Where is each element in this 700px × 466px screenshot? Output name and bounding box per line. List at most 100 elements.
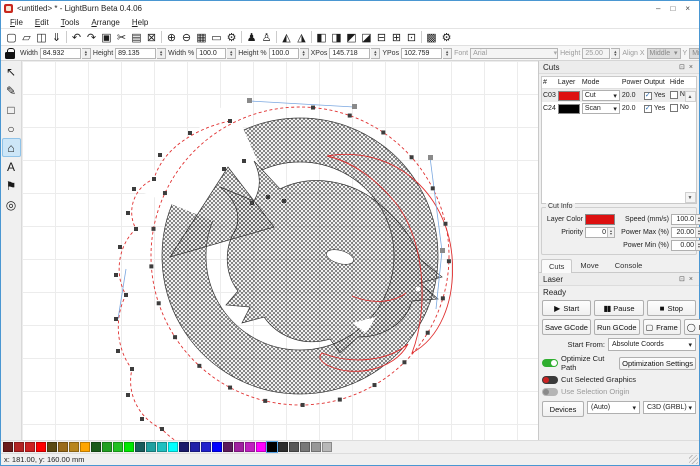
cut-selected-graphics-toggle[interactable] [542, 376, 558, 384]
redo-icon[interactable]: ↷ [84, 30, 99, 45]
menu-arrange[interactable]: Arrange [86, 17, 124, 28]
cut-icon[interactable]: ✂ [114, 30, 129, 45]
palette-swatch[interactable] [113, 442, 123, 452]
paste-icon[interactable]: ▤ [129, 30, 144, 45]
width-pct-input[interactable]: 100.0 [196, 48, 226, 59]
power-min-input[interactable]: 0.00▲▼ [671, 240, 700, 251]
menu-help[interactable]: Help [127, 17, 153, 28]
palette-swatch[interactable] [168, 442, 178, 452]
canvas[interactable] [22, 61, 538, 440]
position-laser-tool[interactable]: ⚑ [2, 176, 21, 195]
cuts-float-icon[interactable]: ⊡ [677, 63, 687, 71]
ellipse-tool[interactable]: ○ [2, 119, 21, 138]
distribute-vertical-icon[interactable]: ⊡ [404, 30, 419, 45]
power-max-input[interactable]: 20.00▲▼ [671, 227, 700, 238]
palette-swatch[interactable] [289, 442, 299, 452]
layer-color-swatch[interactable] [558, 104, 580, 114]
palette-swatch[interactable] [212, 442, 222, 452]
frame-selection-icon[interactable]: ▦ [194, 30, 209, 45]
layer-mode-combo[interactable]: Cut▾ [582, 90, 620, 101]
select-tool[interactable]: ↖ [2, 62, 21, 81]
import-icon[interactable]: ⇓ [49, 30, 64, 45]
palette-swatch[interactable] [267, 442, 277, 452]
palette-swatch[interactable] [245, 442, 255, 452]
laser-float-icon[interactable]: ⊡ [677, 275, 687, 283]
palette-swatch[interactable] [201, 442, 211, 452]
layer-row-c24[interactable]: C24 Scan▾ 20.0 ✓Yes No [542, 102, 696, 115]
palette-swatch[interactable] [179, 442, 189, 452]
menu-tools[interactable]: Tools [56, 17, 85, 28]
machine-settings-gear-icon[interactable]: ⚙ [439, 30, 454, 45]
pause-button[interactable]: ▮▮Pause [594, 300, 643, 316]
layer-row-c03[interactable]: C03 Cut▾ 20.0 ✓Yes No [542, 89, 696, 103]
ypos-input[interactable]: 102.759 [401, 48, 442, 59]
speed-input[interactable]: 100.0▲▼ [671, 214, 700, 225]
single-user-icon[interactable]: ♙ [259, 30, 274, 45]
frame-circle-button[interactable]: ◯Frame [684, 319, 700, 335]
palette-swatch[interactable] [80, 442, 90, 452]
palette-swatch[interactable] [146, 442, 156, 452]
palette-swatch[interactable] [234, 442, 244, 452]
tab-move[interactable]: Move [572, 258, 606, 272]
save-file-icon[interactable]: ◫ [34, 30, 49, 45]
palette-swatch[interactable] [3, 442, 13, 452]
device-name-combo[interactable]: C3D (GRBL)▾ [643, 401, 696, 414]
close-button[interactable]: × [685, 4, 690, 13]
palette-swatch[interactable] [102, 442, 112, 452]
height-pct-input[interactable]: 100.0 [269, 48, 299, 59]
palette-swatch[interactable] [25, 442, 35, 452]
lock-aspect-icon[interactable] [5, 48, 16, 59]
palette-swatch[interactable] [322, 442, 332, 452]
zoom-out-icon[interactable]: ⊖ [179, 30, 194, 45]
height-input[interactable]: 89.135 [115, 48, 156, 59]
height-pct-spinner[interactable]: ▲▼ [300, 48, 309, 59]
palette-swatch[interactable] [311, 442, 321, 452]
dragon-artwork[interactable] [22, 61, 538, 440]
text-tool[interactable]: A [2, 157, 21, 176]
minimize-button[interactable]: – [656, 4, 660, 13]
align-bottom-icon[interactable]: ◪ [359, 30, 374, 45]
device-port-combo[interactable]: (Auto)▾ [587, 401, 640, 414]
palette-swatch[interactable] [36, 442, 46, 452]
distribute-horizontal-icon[interactable]: ⊞ [389, 30, 404, 45]
width-input[interactable]: 84.932 [40, 48, 81, 59]
stop-button[interactable]: ■Stop [647, 300, 696, 316]
width-pct-spinner[interactable]: ▲▼ [227, 48, 236, 59]
palette-swatch[interactable] [223, 442, 233, 452]
palette-swatch[interactable] [157, 442, 167, 452]
palette-swatch[interactable] [190, 442, 200, 452]
priority-input[interactable]: 0▲▼ [585, 227, 615, 238]
new-file-icon[interactable]: ▢ [4, 30, 19, 45]
optimize-cut-path-toggle[interactable] [542, 359, 558, 367]
resize-grip[interactable] [689, 455, 698, 464]
palette-swatch[interactable] [91, 442, 101, 452]
xpos-spinner[interactable]: ▲▼ [371, 48, 380, 59]
copy-icon[interactable]: ▣ [99, 30, 114, 45]
frame-square-button[interactable]: ▢Frame [643, 319, 681, 335]
output-checkbox[interactable]: ✓Yes [644, 92, 665, 100]
ypos-spinner[interactable]: ▲▼ [443, 48, 452, 59]
scroll-down-icon[interactable]: ▼ [685, 192, 696, 203]
palette-swatch[interactable] [278, 442, 288, 452]
laser-close-icon[interactable]: × [687, 276, 695, 283]
start-from-combo[interactable]: Absolute Coords▾ [608, 338, 696, 351]
offset-shapes-tool[interactable]: ◎ [2, 195, 21, 214]
start-button[interactable]: ▶Start [542, 300, 591, 316]
layer-mode-combo[interactable]: Scan▾ [582, 103, 620, 114]
tab-console[interactable]: Console [607, 258, 651, 272]
palette-swatch[interactable] [69, 442, 79, 452]
align-top-icon[interactable]: ◩ [344, 30, 359, 45]
output-checkbox[interactable]: ✓Yes [644, 105, 665, 113]
draw-lines-tool[interactable]: ✎ [2, 81, 21, 100]
palette-swatch[interactable] [124, 442, 134, 452]
menu-edit[interactable]: Edit [30, 17, 54, 28]
preview-icon[interactable]: ▭ [209, 30, 224, 45]
width-spinner[interactable]: ▲▼ [82, 48, 91, 59]
align-center-icon[interactable]: ⊟ [374, 30, 389, 45]
xpos-input[interactable]: 145.718 [329, 48, 370, 59]
palette-swatch[interactable] [135, 442, 145, 452]
open-file-icon[interactable]: ▱ [19, 30, 34, 45]
palette-swatch[interactable] [256, 442, 266, 452]
grid-array-icon[interactable]: ▩ [424, 30, 439, 45]
layer-color-swatch[interactable] [558, 91, 580, 101]
